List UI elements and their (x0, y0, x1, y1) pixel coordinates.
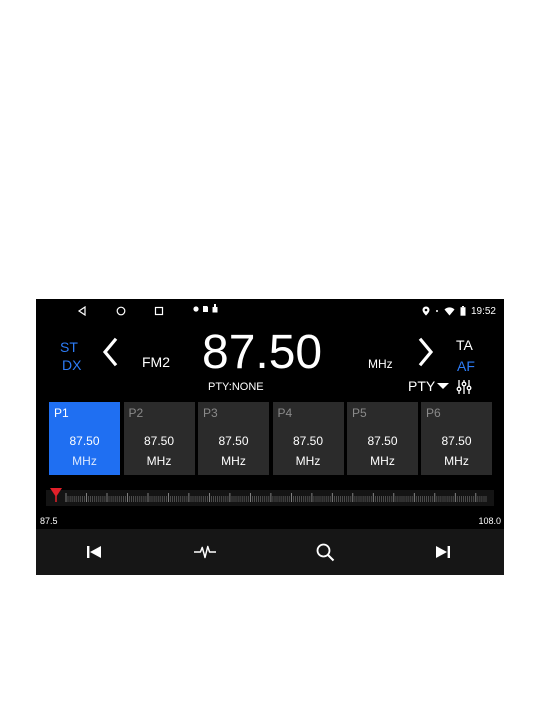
preset-name: P4 (277, 406, 293, 420)
skip-previous-icon (87, 546, 101, 558)
chevron-right-icon (418, 337, 434, 367)
notification-dot-icon (193, 305, 199, 312)
preset-p4[interactable]: P4 87.50 MHz (272, 402, 344, 475)
dial-strip (46, 490, 494, 506)
recents-button[interactable] (152, 304, 166, 318)
waveform-icon (194, 545, 216, 559)
status-bar: 19:52 (36, 299, 504, 323)
previous-button[interactable] (83, 541, 105, 563)
next-button[interactable] (432, 541, 454, 563)
seek-up-button[interactable] (416, 337, 436, 372)
preset-frequency: 87.50 (218, 434, 249, 448)
back-button[interactable] (75, 304, 89, 318)
back-triangle-icon (77, 306, 86, 316)
preset-unit: MHz (370, 454, 395, 468)
notification-icons (193, 304, 218, 313)
ta-toggle[interactable]: TA (456, 337, 473, 353)
radio-screen: 19:52 ST DX FM2 87.50 MHz PTY:NONE TA AF… (36, 299, 504, 575)
search-button[interactable] (314, 541, 336, 563)
preset-list: P1 87.50 MHz P2 87.50 MHz P3 87.50 MHz P… (49, 402, 492, 476)
preset-name: P1 (54, 406, 69, 420)
preset-p5[interactable]: P5 87.50 MHz (347, 402, 418, 475)
preset-frequency: 87.50 (441, 434, 472, 448)
location-icon (422, 306, 430, 316)
preset-unit: MHz (72, 454, 97, 468)
battery-icon (460, 306, 466, 316)
recents-square-icon (154, 306, 164, 316)
wifi-icon (444, 306, 455, 315)
preset-p2[interactable]: P2 87.50 MHz (123, 402, 195, 475)
stereo-indicator[interactable]: ST (60, 339, 78, 355)
caret-down-icon (437, 383, 450, 389)
pty-dropdown[interactable]: PTY (408, 378, 450, 394)
control-bar (36, 529, 504, 575)
dx-indicator[interactable]: DX (62, 357, 81, 373)
preset-frequency: 87.50 (292, 434, 324, 448)
preset-frequency: 87.50 (69, 434, 100, 448)
equalizer-button[interactable] (456, 379, 472, 400)
status-time: 19:52 (470, 305, 496, 317)
frequency-unit: MHz (368, 357, 393, 371)
frequency-display: 87.50 (202, 326, 323, 379)
dot-separator-icon (435, 310, 438, 312)
preset-unit: MHz (146, 454, 172, 468)
dial-max-label: 108.0 (478, 516, 501, 526)
preset-unit: MHz (221, 454, 246, 468)
auto-scan-button[interactable] (194, 541, 216, 563)
search-icon (316, 543, 335, 562)
tuning-dial[interactable]: 87.5 108.0 (36, 486, 504, 528)
skip-next-icon (436, 546, 450, 558)
preset-name: P2 (128, 406, 144, 420)
pty-dropdown-label: PTY (408, 378, 436, 394)
preset-p1[interactable]: P1 87.50 MHz (49, 402, 120, 475)
preset-frequency: 87.50 (367, 434, 398, 448)
af-toggle[interactable]: AF (457, 358, 475, 374)
frequency-marker-icon[interactable] (50, 488, 62, 502)
dial-scale (65, 493, 487, 502)
chevron-left-icon (102, 337, 118, 367)
home-button[interactable] (114, 304, 128, 318)
sd-card-icon (203, 305, 208, 312)
seek-down-button[interactable] (100, 337, 120, 372)
preset-p6[interactable]: P6 87.50 MHz (421, 402, 492, 475)
usb-icon (212, 304, 218, 313)
dial-min-label: 87.5 (40, 516, 58, 526)
preset-frequency: 87.50 (143, 434, 175, 448)
preset-unit: MHz (444, 454, 469, 468)
preset-name: P6 (426, 406, 441, 420)
preset-name: P3 (203, 406, 218, 420)
preset-p3[interactable]: P3 87.50 MHz (198, 402, 269, 475)
preset-name: P5 (352, 406, 367, 420)
home-circle-icon (116, 306, 126, 316)
equalizer-icon (456, 380, 472, 394)
band-label[interactable]: FM2 (142, 354, 170, 370)
pty-status: PTY:NONE (208, 381, 264, 393)
status-right: 19:52 (422, 303, 496, 319)
preset-unit: MHz (295, 454, 321, 468)
